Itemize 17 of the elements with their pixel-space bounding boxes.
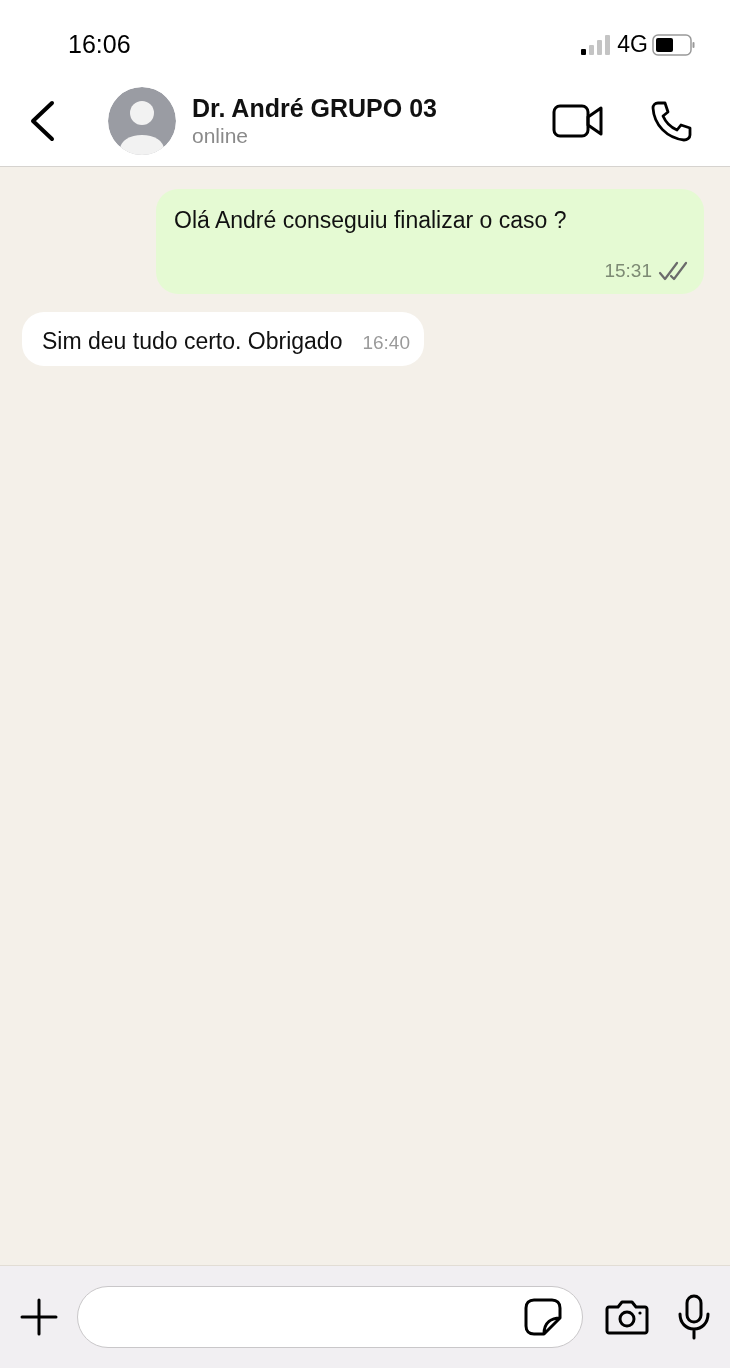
- message-time: 15:31: [604, 259, 652, 283]
- camera-icon[interactable]: [605, 1299, 649, 1335]
- plus-icon[interactable]: [20, 1298, 58, 1336]
- status-time: 16:06: [68, 28, 131, 60]
- presence-status: online: [192, 122, 250, 149]
- network-label: 4G: [617, 30, 648, 60]
- battery-icon: [652, 33, 696, 56]
- back-icon[interactable]: [28, 99, 56, 142]
- contact-name: Dr. André GRUPO 03: [192, 92, 438, 123]
- sticker-icon[interactable]: [524, 1298, 562, 1336]
- message-time: 16:40: [362, 331, 410, 355]
- avatar-icon[interactable]: [108, 86, 176, 155]
- video-call-icon[interactable]: [552, 102, 604, 139]
- phone-icon[interactable]: [650, 99, 692, 142]
- message-text: Olá André conseguiu finalizar o caso ?: [174, 206, 568, 235]
- microphone-icon[interactable]: [677, 1294, 711, 1340]
- message-text: Sim deu tudo certo. Obrigado: [42, 326, 343, 356]
